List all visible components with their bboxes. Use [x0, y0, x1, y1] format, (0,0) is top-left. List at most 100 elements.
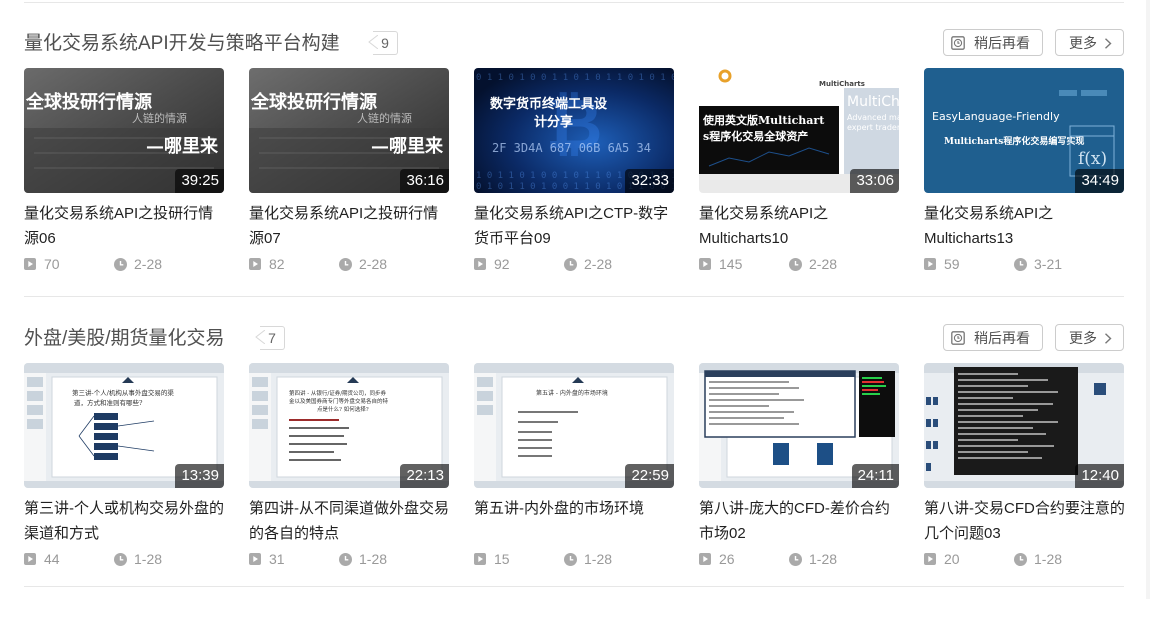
video-title[interactable]: 量化交易系统API之投研行情源07 — [249, 201, 451, 251]
video-duration: 32:33 — [625, 169, 674, 193]
video-title[interactable]: 第八讲-庞大的CFD-差价合约市场02 — [699, 496, 901, 546]
video-card[interactable]: 24:11 第八讲-庞大的CFD-差价合约市场02 26 1-28 — [699, 363, 899, 575]
video-duration: 34:49 — [1075, 169, 1124, 193]
video-title[interactable]: 第五讲-内外盘的市场环境 — [474, 496, 676, 546]
video-title[interactable]: 量化交易系统API之Multicharts13 — [924, 201, 1126, 251]
video-title[interactable]: 量化交易系统API之CTP-数字货币平台09 — [474, 201, 676, 251]
video-card[interactable]: 全球投研行情源 人链的情源 —哪里来 36:16 量化交易系统API之投研行情源… — [249, 68, 449, 280]
video-card[interactable]: 0 1 1 0 1 0 0 1 1 0 1 0 1 1 0 1 0 1 0 1 … — [474, 68, 674, 280]
more-button[interactable]: 更多 — [1055, 324, 1124, 351]
svg-text:f(x): f(x) — [1078, 149, 1107, 169]
video-title[interactable]: 量化交易系统API之Multicharts10 — [699, 201, 901, 251]
play-count-icon — [474, 553, 486, 565]
video-duration: 33:06 — [850, 169, 899, 193]
video-thumbnail[interactable]: 24:11 — [699, 363, 899, 488]
video-meta: 82 2-28 — [249, 256, 449, 274]
svg-text:MultiCha: MultiCha — [847, 94, 899, 110]
video-thumbnail[interactable]: MultiCharts MultiCha Advanced mark exper… — [699, 68, 899, 193]
video-thumbnail[interactable]: 第三讲-个人/机构从事外盘交易的渠 道，方式和准则有哪些? 13:39 — [24, 363, 224, 488]
clock-icon — [1014, 258, 1027, 271]
play-count-icon — [699, 553, 711, 565]
watch-later-label: 稍后再看 — [974, 35, 1030, 51]
play-count: 82 — [269, 256, 285, 272]
svg-text:点是什么? 如何选择?: 点是什么? 如何选择? — [317, 405, 369, 413]
video-duration: 36:16 — [400, 169, 449, 193]
svg-text:EasyLanguage-Friendly: EasyLanguage-Friendly — [932, 110, 1060, 123]
video-thumbnail[interactable]: 第四讲 - 从银行/证券/期货公司，同步券 金以及美国券商专门等外盘交易各自的特… — [249, 363, 449, 488]
video-duration: 22:13 — [400, 464, 449, 488]
video-card[interactable]: MultiCharts MultiCha Advanced mark exper… — [699, 68, 899, 280]
svg-text:0 1 1 0 1 0 0 1 1 0 1 0 1 1 0: 0 1 1 0 1 0 0 1 1 0 1 0 1 1 0 1 0 1 0 1 … — [476, 73, 674, 83]
top-divider — [24, 2, 1124, 3]
svg-text:—哪里来: —哪里来 — [371, 136, 444, 157]
video-card[interactable]: 第三讲-个人/机构从事外盘交易的渠 道，方式和准则有哪些? 13:39 第三讲-… — [24, 363, 224, 575]
video-thumbnail[interactable]: 12:40 — [924, 363, 1124, 488]
video-card[interactable]: 12:40 第八讲-交易CFD合约要注意的几个问题03 20 1-28 — [924, 363, 1126, 575]
section-title[interactable]: 量化交易系统API开发与策略平台构建 — [24, 31, 340, 57]
upload-date: 2-28 — [584, 256, 613, 272]
section-title[interactable]: 外盘/美股/期货量化交易 — [24, 326, 225, 352]
clock-icon — [564, 553, 577, 566]
video-thumbnail[interactable]: 0 1 1 0 1 0 0 1 1 0 1 0 1 1 0 1 0 1 0 1 … — [474, 68, 674, 193]
upload-date: 1-28 — [134, 551, 163, 567]
play-count: 59 — [944, 256, 960, 272]
video-meta: 20 1-28 — [924, 551, 1124, 569]
play-count: 26 — [719, 551, 735, 567]
watch-later-icon — [951, 36, 965, 50]
upload-date: 1-28 — [359, 551, 388, 567]
video-meta: 31 1-28 — [249, 551, 449, 569]
video-title[interactable]: 第八讲-交易CFD合约要注意的几个问题03 — [924, 496, 1126, 546]
play-count: 44 — [44, 551, 60, 567]
svg-text:全球投研行情源: 全球投研行情源 — [25, 91, 152, 113]
video-duration: 22:59 — [625, 464, 674, 488]
chevron-right-icon — [1105, 333, 1112, 344]
svg-text:expert traders: expert traders — [847, 123, 899, 132]
upload-date: 2-28 — [359, 256, 388, 272]
play-count: 20 — [944, 551, 960, 567]
play-count-icon — [924, 258, 936, 270]
video-card[interactable]: EasyLanguage-Friendly Multicharts程序化交易编写… — [924, 68, 1124, 280]
video-thumbnail[interactable]: 第五讲 - 内外盘的市场环境 22:59 — [474, 363, 674, 488]
watch-later-button[interactable]: 稍后再看 — [943, 29, 1043, 56]
video-title[interactable]: 量化交易系统API之投研行情源06 — [24, 201, 226, 251]
play-count: 145 — [719, 256, 743, 272]
clock-icon — [564, 258, 577, 271]
clock-icon — [789, 258, 802, 271]
svg-text:金以及美国券商专门等外盘交易各自的特: 金以及美国券商专门等外盘交易各自的特 — [289, 397, 389, 405]
clock-icon — [339, 553, 352, 566]
video-card[interactable]: 第五讲 - 内外盘的市场环境 22:59 第五讲-内外盘的市场环境 15 1-2… — [474, 363, 674, 575]
more-button[interactable]: 更多 — [1055, 29, 1124, 56]
svg-text:—哪里来: —哪里来 — [146, 136, 219, 157]
video-thumbnail[interactable]: 全球投研行情源 人链的情源 —哪里来 39:25 — [24, 68, 224, 193]
play-count-icon — [24, 553, 36, 565]
scrollbar-track[interactable] — [1146, 0, 1150, 599]
upload-date: 3-21 — [1034, 256, 1063, 272]
video-card[interactable]: 全球投研行情源 人链的情源 —哪里来 39:25 量化交易系统API之投研行情源… — [24, 68, 224, 280]
clock-icon — [339, 258, 352, 271]
video-thumbnail[interactable]: 全球投研行情源 人链的情源 —哪里来 36:16 — [249, 68, 449, 193]
more-label: 更多 — [1069, 35, 1097, 51]
svg-text:道，方式和准则有哪些?: 道，方式和准则有哪些? — [74, 398, 143, 407]
video-duration: 39:25 — [175, 169, 224, 193]
svg-text:使用英文版Multichart: 使用英文版Multichart — [702, 113, 825, 127]
svg-text:s程序化交易全球资产: s程序化交易全球资产 — [703, 129, 808, 143]
watch-later-button[interactable]: 稍后再看 — [943, 324, 1043, 351]
video-meta: 59 3-21 — [924, 256, 1124, 274]
clock-icon — [1014, 553, 1027, 566]
play-count-icon — [474, 258, 486, 270]
more-label: 更多 — [1069, 330, 1097, 346]
section-divider — [24, 586, 1124, 587]
section-foreign-markets: 外盘/美股/期货量化交易 7 稍后再看 更多 第三讲-个人/机构从事外盘交易的渠 — [24, 324, 1126, 620]
clock-icon — [114, 258, 127, 271]
upload-date: 1-28 — [809, 551, 838, 567]
video-title[interactable]: 第三讲-个人或机构交易外盘的渠道和方式 — [24, 496, 226, 546]
play-count-icon — [699, 258, 711, 270]
svg-text:第五讲 - 内外盘的市场环境: 第五讲 - 内外盘的市场环境 — [536, 389, 608, 397]
svg-text:第三讲-个人/机构从事外盘交易的渠: 第三讲-个人/机构从事外盘交易的渠 — [72, 388, 174, 397]
clock-icon — [789, 553, 802, 566]
video-card[interactable]: 第四讲 - 从银行/证券/期货公司，同步券 金以及美国券商专门等外盘交易各自的特… — [249, 363, 449, 575]
video-thumbnail[interactable]: EasyLanguage-Friendly Multicharts程序化交易编写… — [924, 68, 1124, 193]
play-count-icon — [249, 258, 261, 270]
play-count: 70 — [44, 256, 60, 272]
video-title[interactable]: 第四讲-从不同渠道做外盘交易的各自的特点 — [249, 496, 451, 546]
